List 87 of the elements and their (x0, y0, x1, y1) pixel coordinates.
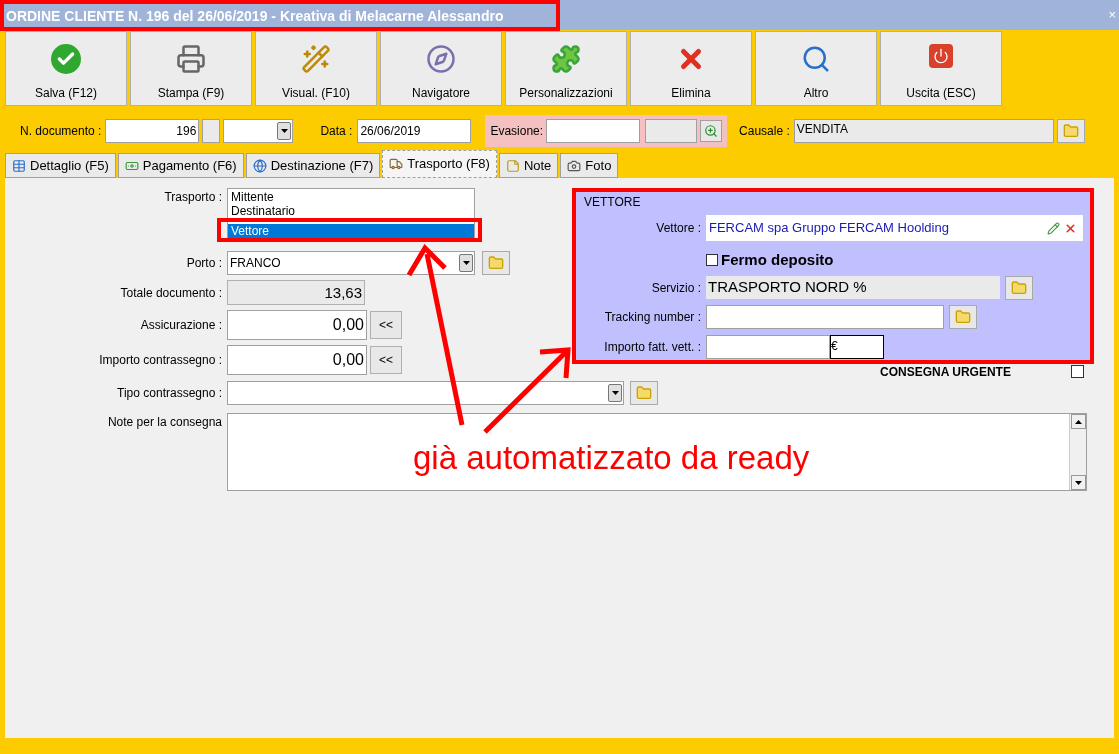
service-field: TRASPORTO NORD % (706, 276, 1000, 299)
checkbox[interactable] (706, 254, 718, 267)
list-item[interactable]: Destinatario (228, 204, 474, 218)
amount-field[interactable] (706, 334, 830, 359)
check-icon (51, 44, 81, 74)
list-item[interactable]: Vettore (228, 224, 474, 238)
zoom-button[interactable] (700, 120, 723, 142)
toolbar-button[interactable]: Navigatore (380, 31, 502, 106)
puzzle-icon (551, 44, 581, 74)
field-label: Servizio : (650, 279, 702, 297)
window-title: ORDINE CLIENTE N. 196 del 26/06/2019 - Kreativa di Melacarne Alessandro (6, 6, 504, 25)
amount-field[interactable]: 0,00 (227, 345, 367, 375)
toolbar-button[interactable]: Personalizzazioni (505, 31, 627, 106)
toolbar-button[interactable]: Stampa (F9) (130, 31, 252, 106)
zoom-in-icon (704, 124, 719, 138)
copy-button[interactable]: << (370, 346, 402, 374)
tab[interactable]: Trasporto (F8) (382, 150, 497, 178)
field-label: Trasporto : (163, 189, 223, 206)
note-icon (505, 158, 520, 173)
folder-button[interactable] (482, 251, 510, 275)
checkbox-label: Fermo deposito (721, 250, 834, 270)
folder-button[interactable] (630, 381, 658, 405)
toolbar-button[interactable]: Salva (F12) (5, 31, 127, 106)
magic-wand-icon (301, 44, 331, 74)
field-label: Tracking number : (603, 308, 702, 326)
toolbar-button[interactable]: Uscita (ESC) (880, 31, 1002, 106)
tab[interactable]: Destinazione (F7) (245, 153, 381, 178)
field-label: Totale documento : (119, 284, 223, 302)
compass-icon (426, 44, 456, 74)
search-icon (801, 44, 831, 74)
field-label: Tipo contrassegno : (116, 385, 223, 402)
tab[interactable]: Note (498, 153, 559, 178)
total-field: 13,63 (227, 280, 365, 305)
tracking-field[interactable] (706, 304, 944, 329)
folder-icon (955, 308, 971, 325)
truck-icon (389, 157, 404, 171)
printer-icon (176, 44, 206, 74)
tab[interactable]: Foto (560, 153, 619, 178)
annotation-text: già automatizzato da ready (413, 438, 810, 478)
evasione-extra-field (645, 119, 698, 143)
evasione-field[interactable] (546, 119, 641, 143)
globe-icon (252, 158, 267, 173)
toolbar-button[interactable]: Visual. (F10) (255, 31, 377, 106)
checkbox-label: CONSEGNA URGENTE (880, 364, 1011, 381)
field-label: Vettore : (655, 220, 702, 237)
field-label: Importo contrassegno : (98, 352, 223, 369)
carrier-field[interactable]: FERCAM spa Gruppo FERCAM Hoolding (706, 215, 1083, 241)
series-combobox[interactable] (223, 119, 294, 143)
scroll-up-icon[interactable] (1070, 414, 1086, 429)
field-label: Importo fatt. vett. : (603, 338, 702, 356)
copy-button[interactable]: << (370, 311, 402, 339)
field-label: Note per la consegna (106, 414, 223, 431)
list-item[interactable]: Mittente (228, 190, 474, 204)
folder-icon (488, 255, 504, 271)
date-field[interactable]: 26/06/2019 (357, 119, 472, 143)
tab[interactable]: Dettaglio (F5) (5, 153, 116, 178)
folder-icon (1011, 279, 1027, 296)
toolbar-button[interactable]: Altro (755, 31, 877, 106)
group-title: VETTORE (583, 194, 642, 211)
power-icon (929, 44, 953, 68)
tab[interactable]: Pagamento (F6) (117, 153, 244, 178)
field-label: Evasione: (490, 123, 544, 140)
folder-icon (636, 385, 652, 401)
scroll-down-icon[interactable] (1070, 475, 1086, 490)
type-combobox[interactable] (227, 381, 624, 405)
document-number-field[interactable]: 196 (105, 119, 200, 143)
table-icon (12, 158, 26, 173)
delete-icon[interactable] (1064, 221, 1077, 235)
amount-field[interactable]: 0,00 (227, 310, 367, 340)
pencil-icon[interactable] (1047, 221, 1060, 235)
field-label: N. documento : (20, 123, 103, 140)
checkbox[interactable] (1070, 365, 1084, 378)
currency-field[interactable]: € (830, 334, 884, 359)
camera-icon (567, 158, 582, 173)
folder-button[interactable] (1005, 275, 1033, 300)
field-label: Porto : (185, 255, 223, 272)
folder-icon (1062, 123, 1079, 139)
toolbar-button[interactable]: Elimina (630, 31, 752, 106)
field-label: Data : (320, 123, 354, 140)
field-label: Assicurazione : (139, 317, 223, 334)
suffix-field[interactable] (202, 119, 221, 143)
folder-button[interactable] (1056, 119, 1085, 143)
porto-combobox[interactable]: FRANCO (227, 251, 475, 275)
field-label: Causale : (739, 123, 791, 140)
notes-textarea[interactable] (227, 413, 1087, 491)
folder-button[interactable] (949, 304, 977, 329)
causale-field[interactable]: VENDITA (793, 119, 1054, 143)
